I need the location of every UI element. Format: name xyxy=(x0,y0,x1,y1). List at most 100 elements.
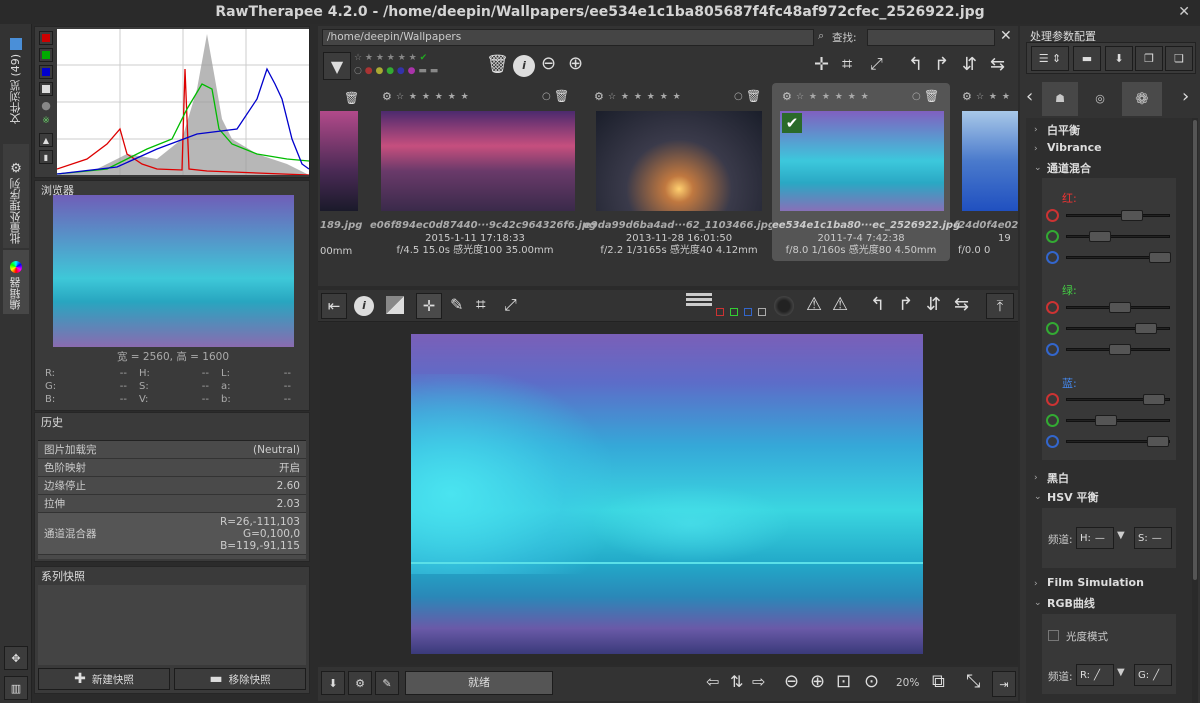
slider-green-r[interactable] xyxy=(1066,302,1170,313)
rating-filters[interactable]: ☆ ★ ★ ★ ★ ★ ✔ ○ ● ● ● ● ● ▬ ▬ xyxy=(354,52,438,78)
trash-icon[interactable]: 🗑 xyxy=(344,92,359,104)
crosshair-icon[interactable]: ✛ xyxy=(814,56,829,74)
tab-color[interactable]: ❁ xyxy=(1122,82,1162,116)
paste-icon[interactable]: ❏ xyxy=(1165,46,1193,71)
hide-top-panel-icon[interactable]: ⤒ xyxy=(986,293,1014,319)
flip-vertical-icon[interactable]: ⇵ xyxy=(962,56,977,74)
slider-red-b[interactable] xyxy=(1066,252,1171,263)
section-vibrance[interactable]: Vibrance xyxy=(1047,141,1102,154)
copy-icon[interactable]: ❐ xyxy=(1135,46,1163,71)
history-row[interactable]: 拉伸 2.03 xyxy=(38,495,306,513)
info-icon[interactable]: i xyxy=(513,55,535,77)
before-after-icon[interactable] xyxy=(386,296,404,314)
tab-batch-queue[interactable]: 批量处理序列 ⚙ xyxy=(3,144,29,248)
trash-icon[interactable]: 🗑 xyxy=(554,90,569,102)
info-icon[interactable]: i xyxy=(354,296,374,316)
section-black-white[interactable]: 黑白 xyxy=(1047,470,1069,486)
slider-blue-b[interactable] xyxy=(1066,436,1170,447)
preview-luminance-icon[interactable] xyxy=(758,308,766,316)
zoom-in-icon[interactable]: ⊕ xyxy=(810,673,825,691)
new-window-icon[interactable]: ⧉ xyxy=(932,673,945,691)
clear-find-icon[interactable]: ✕ xyxy=(1000,28,1012,44)
zoom-out-icon[interactable]: ⊖ xyxy=(541,55,556,73)
luminosity-mode-checkbox[interactable] xyxy=(1048,630,1059,641)
path-field[interactable]: /home/deepin/Wallpapers xyxy=(322,29,814,46)
reset-blue-b-icon[interactable] xyxy=(1046,435,1059,448)
clipped-shadows-icon[interactable]: ⚠ xyxy=(806,296,822,314)
crop-icon[interactable]: ⌗ xyxy=(476,297,486,314)
section-hsv-equalizer[interactable]: HSV 平衡 xyxy=(1047,489,1098,505)
rating-stars[interactable]: ☆ ★ ★ xyxy=(976,92,1011,102)
reset-red-b-icon[interactable] xyxy=(1046,251,1059,264)
reset-blue-r-icon[interactable] xyxy=(1046,393,1059,406)
next-image-icon[interactable]: ⇨ xyxy=(752,674,765,690)
sync-icon[interactable]: ⇅ xyxy=(730,674,743,690)
reset-red-r-icon[interactable] xyxy=(1046,209,1059,222)
queue-icon[interactable]: ⚙ xyxy=(348,671,372,695)
unselected-icon[interactable]: ○ xyxy=(912,91,921,102)
rating-stars[interactable]: ☆ ★ ★ ★ ★ ★ xyxy=(396,92,470,102)
section-white-balance[interactable]: 白平衡 xyxy=(1047,122,1080,138)
history-row[interactable]: 边缘停止 2.60 xyxy=(38,477,306,495)
thumbnail-selected[interactable]: ⚙ ☆ ★ ★ ★ ★ ★ ○ 🗑 ✔ ee534e1c1ba80···ec_2… xyxy=(772,83,960,261)
preview-green-icon[interactable] xyxy=(730,308,738,316)
rating-stars[interactable]: ☆ ★ ★ ★ ★ ★ xyxy=(796,92,870,102)
zoom-100-icon[interactable]: ⊙ xyxy=(864,673,879,691)
find-input[interactable] xyxy=(867,29,995,46)
unselected-icon[interactable]: ○ xyxy=(542,91,551,102)
slider-blue-r[interactable] xyxy=(1066,394,1170,405)
resize-icon[interactable]: ⤢ xyxy=(870,56,883,72)
hsv-s-select[interactable]: S: — xyxy=(1134,527,1172,549)
history-row-selected[interactable]: 通道混合器 R=26,-111,103 G=0,100,0 B=119,-91,1… xyxy=(38,513,306,555)
slider-red-r[interactable] xyxy=(1066,210,1170,221)
color-picker-icon[interactable]: ✎ xyxy=(450,297,463,313)
hide-left-panel-icon[interactable]: ⇤ xyxy=(321,293,347,319)
preview-red-icon[interactable] xyxy=(716,308,724,316)
preview-mode-icon[interactable] xyxy=(686,293,712,311)
fullscreen-icon[interactable]: ⤡ xyxy=(966,673,980,691)
focus-mask-icon[interactable] xyxy=(774,296,794,316)
scrollbar[interactable] xyxy=(1192,118,1198,703)
navigate-icon[interactable]: ✥ xyxy=(4,646,28,670)
columns-icon[interactable]: ▥ xyxy=(4,676,28,700)
trash-icon[interactable]: 🗑 xyxy=(746,90,761,102)
reset-green-g-icon[interactable] xyxy=(1046,322,1059,335)
new-snapshot-button[interactable]: ✚ 新建快照 xyxy=(38,668,170,690)
rotate-left-icon[interactable]: ↰ xyxy=(908,56,923,74)
curve-r-select[interactable]: R: ╱ xyxy=(1076,664,1114,686)
save-profile-icon[interactable]: ⬇ xyxy=(1105,46,1133,71)
tab-exposure[interactable]: ☗ xyxy=(1042,82,1078,116)
flip-horizontal-icon[interactable]: ⇆ xyxy=(990,56,1005,74)
flip-horizontal-icon[interactable]: ⇆ xyxy=(954,296,969,314)
rotate-right-icon[interactable]: ↱ xyxy=(898,296,913,314)
toggle-raw-button[interactable]: ※ xyxy=(39,116,53,130)
thumbnail[interactable]: ⚙ ☆ ★ ★ ★ ★ ★ ○ 🗑 e06f894ec0d87440···9c4… xyxy=(370,86,596,260)
trash-icon[interactable]: 🗑 xyxy=(924,90,939,102)
thumbnail[interactable]: ⚙ ☆ ★ ★ f24d0f4e023 19 f/0.0 0 xyxy=(954,86,1018,260)
toggle-blue-button[interactable] xyxy=(39,65,53,79)
previous-image-icon[interactable]: ⇦ xyxy=(706,674,719,690)
history-row[interactable]: 图片加载完 (Neutral) xyxy=(38,441,306,459)
slider-green-b[interactable] xyxy=(1066,344,1170,355)
slider-red-g[interactable] xyxy=(1066,231,1170,242)
section-film-simulation[interactable]: Film Simulation xyxy=(1047,576,1144,589)
unselected-icon[interactable]: ○ xyxy=(734,91,743,102)
section-channel-mixer[interactable]: 通道混合 xyxy=(1047,160,1091,176)
toggle-chroma-button[interactable]: ● xyxy=(39,99,53,113)
reset-green-r-icon[interactable] xyxy=(1046,301,1059,314)
toggle-luminance-button[interactable] xyxy=(39,82,53,96)
trash-icon[interactable]: 🗑 xyxy=(486,56,509,74)
straighten-icon[interactable]: ⤢ xyxy=(504,297,517,313)
thumbnail[interactable]: ⚙ ☆ ★ ★ ★ ★ ★ ○ 🗑 e9da99d6ba4ad···62_110… xyxy=(584,86,775,260)
thumbnail[interactable]: 189.jpg 00mm 🗑 xyxy=(320,86,362,260)
section-rgb-curves[interactable]: RGB曲线 xyxy=(1047,595,1095,611)
chevron-down-icon[interactable]: ▼ xyxy=(1117,667,1125,678)
rating-stars[interactable]: ☆ ★ ★ ★ ★ ★ xyxy=(608,92,682,102)
zoom-out-icon[interactable]: ⊖ xyxy=(784,673,799,691)
tab-file-browser[interactable]: 文件浏览 (49) xyxy=(3,28,29,128)
flip-vertical-icon[interactable]: ⇵ xyxy=(926,296,941,314)
clipped-highlights-icon[interactable]: ⚠ xyxy=(832,296,848,314)
open-folder-icon[interactable]: ▬ xyxy=(1073,46,1101,71)
profile-select-icon[interactable]: ☰ ⇕ xyxy=(1031,46,1069,71)
filter-icon[interactable]: ▼ xyxy=(323,52,351,80)
